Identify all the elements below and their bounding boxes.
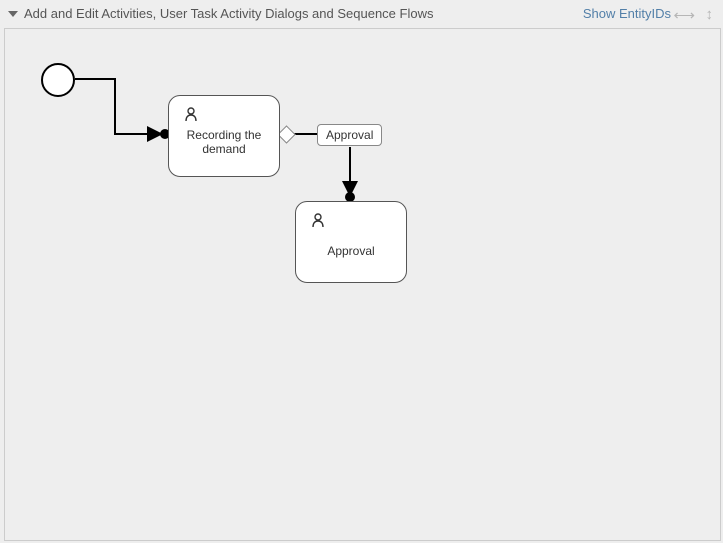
bpmn-user-task-approval[interactable]: Approval — [295, 201, 407, 283]
resize-vertical-icon[interactable]: ↕ — [706, 6, 714, 23]
panel-title: Add and Edit Activities, User Task Activ… — [24, 6, 433, 21]
bpmn-start-event[interactable] — [41, 63, 75, 97]
show-entity-ids-link[interactable]: Show EntityIDs — [583, 6, 671, 21]
resize-horizontal-icon[interactable]: ⟷ — [673, 6, 695, 24]
user-task-icon — [310, 212, 326, 233]
bpmn-user-task-recording[interactable]: Recording the demand — [168, 95, 280, 177]
diagram-canvas[interactable]: Recording the demand Approval Approval — [4, 28, 721, 541]
task-label: Recording the demand — [169, 128, 279, 156]
panel-header: Add and Edit Activities, User Task Activ… — [0, 0, 723, 28]
collapse-toggle[interactable]: Add and Edit Activities, User Task Activ… — [8, 6, 433, 21]
connection-port — [277, 125, 295, 143]
flow-label[interactable]: Approval — [317, 124, 382, 146]
user-task-icon — [183, 106, 199, 127]
flow-layer — [5, 29, 720, 540]
task-label: Approval — [296, 244, 406, 258]
caret-down-icon — [8, 9, 18, 19]
